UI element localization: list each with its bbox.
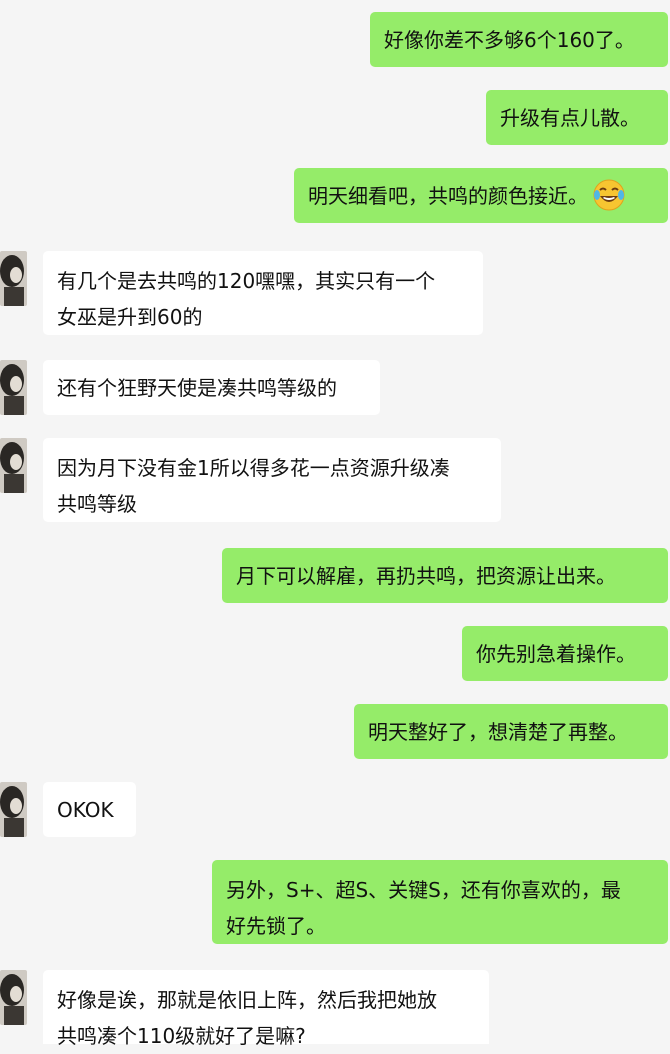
message-text: 好像你差不多够6个160了。 <box>384 28 635 52</box>
avatar-image <box>0 251 27 306</box>
message-text: 升级有点儿散。 <box>500 106 640 130</box>
sent-message-bubble[interactable]: 升级有点儿散。 <box>486 90 668 145</box>
avatar[interactable] <box>0 251 27 306</box>
received-message-bubble[interactable]: 好像是诶，那就是依旧上阵，然后我把她放 共鸣凑个110级就好了是嘛? <box>43 970 489 1048</box>
sent-message-bubble[interactable]: 明天细看吧，共鸣的颜色接近。 <box>294 168 668 223</box>
message-text: OKOK <box>57 798 114 822</box>
message-text: 女巫是升到60的 <box>57 305 203 329</box>
avatar[interactable] <box>0 970 27 1025</box>
message-text: 共鸣等级 <box>57 492 137 516</box>
message-text: 还有个狂野天使是凑共鸣等级的 <box>57 376 337 400</box>
sent-message-bubble[interactable]: 你先别急着操作。 <box>462 626 668 681</box>
laughing-tears-emoji-icon <box>593 179 625 210</box>
received-message-bubble[interactable]: 还有个狂野天使是凑共鸣等级的 <box>43 360 380 415</box>
message-text: 共鸣凑个110级就好了是嘛? <box>57 1024 306 1048</box>
message-text: 明天整好了，想清楚了再整。 <box>368 720 628 744</box>
avatar-image <box>0 782 27 837</box>
message-text: 好先锁了。 <box>226 914 326 938</box>
chat-message-list: 好像你差不多够6个160了。 升级有点儿散。 明天细看吧，共鸣的颜色接近。 有几… <box>0 0 670 1048</box>
received-message-bubble[interactable]: 有几个是去共鸣的120嘿嘿，其实只有一个 女巫是升到60的 <box>43 251 483 335</box>
message-text: 有几个是去共鸣的120嘿嘿，其实只有一个 <box>57 269 436 293</box>
sent-message-bubble[interactable]: 明天整好了，想清楚了再整。 <box>354 704 668 759</box>
received-message-bubble[interactable]: OKOK <box>43 782 136 837</box>
received-message-bubble[interactable]: 因为月下没有金1所以得多花一点资源升级凑 共鸣等级 <box>43 438 501 522</box>
message-text: 月下可以解雇，再扔共鸣，把资源让出来。 <box>236 564 616 588</box>
avatar-image <box>0 438 27 493</box>
avatar-image <box>0 360 27 415</box>
sent-message-bubble[interactable]: 好像你差不多够6个160了。 <box>370 12 668 67</box>
avatar[interactable] <box>0 782 27 837</box>
message-text: 明天细看吧，共鸣的颜色接近。 <box>308 184 588 208</box>
avatar[interactable] <box>0 438 27 493</box>
message-text: 因为月下没有金1所以得多花一点资源升级凑 <box>57 456 450 480</box>
message-text: 好像是诶，那就是依旧上阵，然后我把她放 <box>57 988 437 1012</box>
avatar-image <box>0 970 27 1025</box>
sent-message-bubble[interactable]: 另外，S+、超S、关键S，还有你喜欢的，最 好先锁了。 <box>212 860 668 944</box>
avatar[interactable] <box>0 360 27 415</box>
message-text: 另外，S+、超S、关键S，还有你喜欢的，最 <box>226 878 621 902</box>
sent-message-bubble[interactable]: 月下可以解雇，再扔共鸣，把资源让出来。 <box>222 548 668 603</box>
message-text: 你先别急着操作。 <box>476 642 636 666</box>
